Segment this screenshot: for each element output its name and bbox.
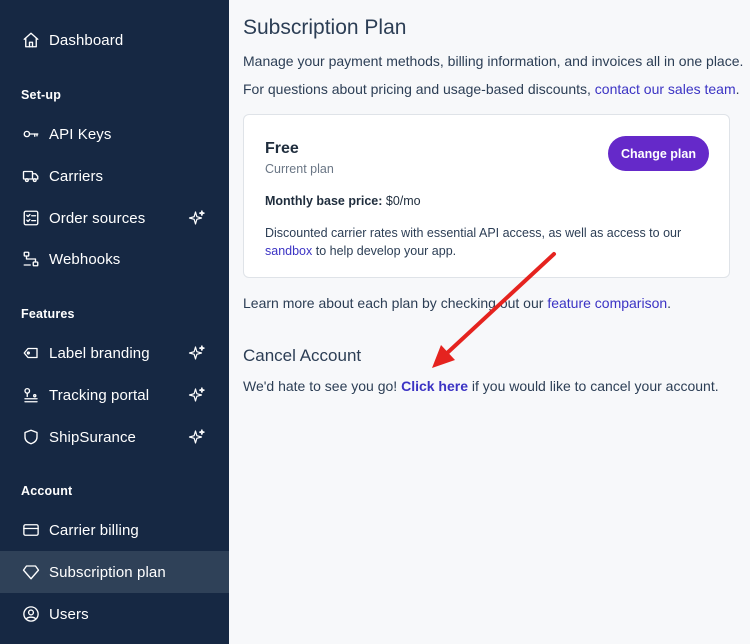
sidebar-item-label: Carriers xyxy=(49,167,104,185)
cancel-account-text: We'd hate to see you go! Click here if y… xyxy=(243,378,719,394)
sidebar-item-carrier-billing[interactable]: Carrier billing xyxy=(0,509,229,551)
sandbox-link[interactable]: sandbox xyxy=(265,244,312,258)
sparkle-icon xyxy=(188,344,206,362)
truck-icon xyxy=(21,166,41,186)
cancel-suffix: if you would like to cancel your account… xyxy=(468,378,719,394)
contact-sales-link[interactable]: contact our sales team xyxy=(595,81,736,97)
cancel-account-heading: Cancel Account xyxy=(243,346,362,365)
webhook-icon xyxy=(21,249,41,269)
plan-status: Current plan xyxy=(265,162,334,176)
sidebar-item-label: Dashboard xyxy=(49,31,124,49)
section-heading-setup: Set-up xyxy=(21,88,62,102)
sales-contact-suffix: . xyxy=(735,81,740,97)
plan-name: Free xyxy=(265,140,299,157)
main-content: Subscription Plan Manage your payment me… xyxy=(229,0,750,644)
intro-text: Manage your payment methods, billing inf… xyxy=(243,53,744,69)
sparkle-icon xyxy=(188,428,206,446)
price-label: Monthly base price: xyxy=(265,194,383,208)
feature-comparison-link[interactable]: feature comparison xyxy=(547,295,667,311)
sidebar-item-shipsurance[interactable]: ShipSurance xyxy=(0,416,229,458)
compare-suffix: . xyxy=(667,295,672,311)
sidebar-item-label: Label branding xyxy=(49,344,150,362)
feature-comparison-text: Learn more about each plan by checking o… xyxy=(243,295,671,311)
key-icon xyxy=(21,124,41,144)
sidebar-item-label: Carrier billing xyxy=(49,521,139,539)
sidebar-item-label: Subscription plan xyxy=(49,563,166,581)
tracking-icon xyxy=(21,385,41,405)
sidebar-item-label: ShipSurance xyxy=(49,428,136,446)
current-plan-card: Free Current plan Monthly base price: $0… xyxy=(243,114,730,278)
sidebar-item-label-branding[interactable]: Label branding xyxy=(0,332,229,374)
cancel-account-link[interactable]: Click here xyxy=(401,378,468,394)
change-plan-button[interactable]: Change plan xyxy=(608,136,709,171)
shield-icon xyxy=(21,427,41,447)
sidebar-item-label: API Keys xyxy=(49,125,112,143)
sidebar-item-dashboard[interactable]: Dashboard xyxy=(0,19,229,61)
sidebar-item-order-sources[interactable]: Order sources xyxy=(0,197,229,239)
sales-contact-text: For questions about pricing and usage-ba… xyxy=(243,81,740,97)
sidebar-item-subscription-plan[interactable]: Subscription plan xyxy=(0,551,229,593)
user-circle-icon xyxy=(21,604,41,624)
sidebar-item-label: Users xyxy=(49,605,89,623)
monthly-price: Monthly base price: $0/mo xyxy=(265,194,421,208)
label-icon xyxy=(21,343,41,363)
diamond-icon xyxy=(21,562,41,582)
price-value: $0/mo xyxy=(385,194,421,208)
page-title: Subscription Plan xyxy=(243,16,407,39)
section-heading-account: Account xyxy=(21,484,73,498)
home-icon xyxy=(21,30,41,50)
sidebar-item-webhooks[interactable]: Webhooks xyxy=(0,238,229,280)
section-heading-features: Features xyxy=(21,307,75,321)
sparkle-icon xyxy=(188,386,206,404)
sidebar-item-users[interactable]: Users xyxy=(0,593,229,635)
credit-card-icon xyxy=(21,520,41,540)
sidebar-item-label: Webhooks xyxy=(49,250,121,268)
sidebar: Dashboard Set-up API Keys Carriers Order… xyxy=(0,0,229,644)
cancel-prefix: We'd hate to see you go! xyxy=(243,378,402,394)
compare-prefix: Learn more about each plan by checking o… xyxy=(243,295,548,311)
plan-description: Discounted carrier rates with essential … xyxy=(265,224,715,260)
checklist-icon xyxy=(21,208,41,228)
sidebar-item-api-keys[interactable]: API Keys xyxy=(0,113,229,155)
sales-contact-prefix: For questions about pricing and usage-ba… xyxy=(243,81,595,97)
sparkle-icon xyxy=(188,209,206,227)
sidebar-item-tracking-portal[interactable]: Tracking portal xyxy=(0,374,229,416)
sidebar-item-carriers[interactable]: Carriers xyxy=(0,155,229,197)
sidebar-item-label: Tracking portal xyxy=(49,386,150,404)
description-suffix: to help develop your app. xyxy=(312,244,457,258)
description-prefix: Discounted carrier rates with essential … xyxy=(265,226,682,240)
sidebar-item-label: Order sources xyxy=(49,209,146,227)
